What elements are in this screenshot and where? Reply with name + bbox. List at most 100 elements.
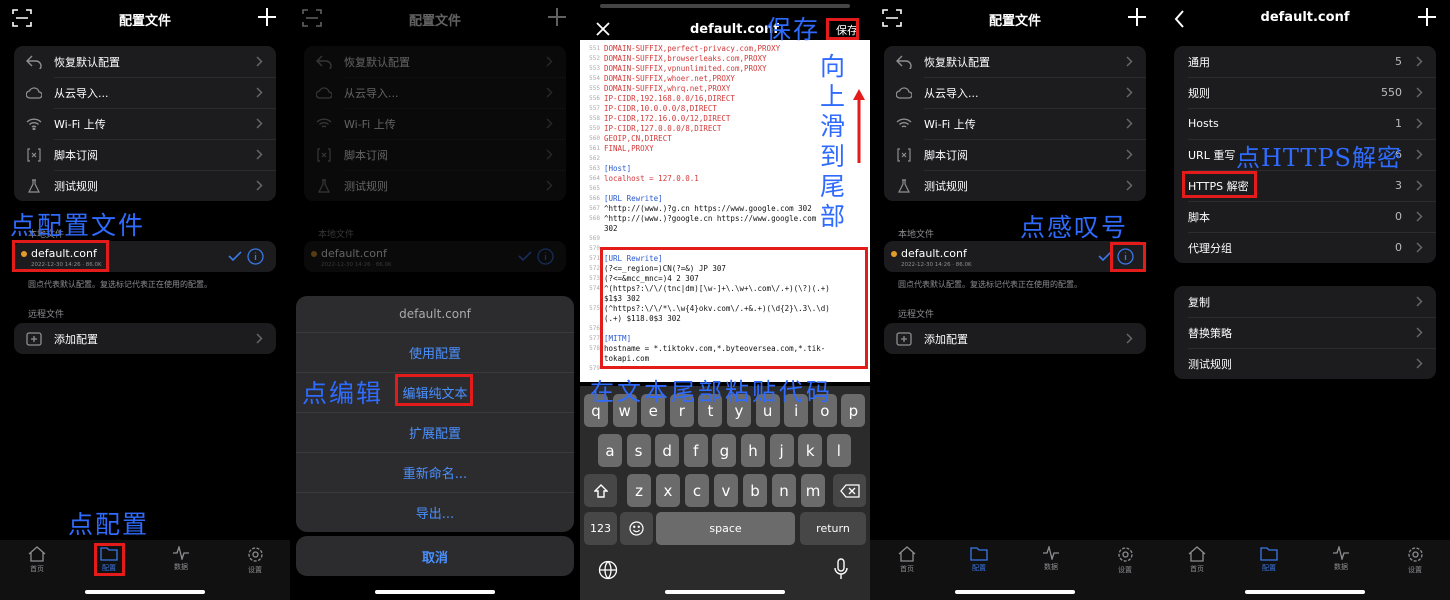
tab-settings[interactable]: 设置 (235, 546, 275, 575)
annotation-char: 上 (820, 82, 846, 111)
tab-data[interactable]: 数据 (161, 546, 201, 572)
tab-config[interactable]: 配置 (1249, 546, 1289, 573)
line-number: 556 (589, 95, 600, 102)
cloud-icon (896, 86, 912, 99)
action-test-rules[interactable]: 测试规则 (1174, 348, 1436, 379)
key-z[interactable]: z (627, 474, 651, 507)
menu-script-subscription[interactable]: 脚本订阅 (884, 139, 1146, 170)
navbar: 配置文件 (870, 0, 1160, 36)
tab-data[interactable]: 数据 (1321, 546, 1361, 572)
add-icon[interactable] (1126, 6, 1148, 28)
key-a[interactable]: a (598, 434, 622, 467)
key-k[interactable]: k (798, 434, 823, 467)
menu-test-rules[interactable]: 测试规则 (14, 170, 276, 201)
page-title: 配置文件 (118, 14, 171, 29)
delete-key[interactable] (833, 474, 866, 507)
key-v[interactable]: v (714, 474, 738, 507)
action-copy[interactable]: 复制 (1174, 286, 1436, 317)
add-icon[interactable] (256, 6, 278, 28)
key-m[interactable]: m (801, 474, 825, 507)
section-proxy-group[interactable]: 代理分组 0 (1174, 232, 1436, 263)
tab-label: 数据 (174, 563, 188, 571)
tab-label: 首页 (30, 565, 44, 573)
tab-settings[interactable]: 设置 (1105, 546, 1145, 575)
tab-config[interactable]: 配置 (959, 546, 999, 573)
action-use-config[interactable]: 使用配置 (296, 332, 574, 372)
add-config-row[interactable]: 添加配置 (884, 323, 1146, 354)
tab-home[interactable]: 首页 (1177, 546, 1217, 574)
tab-home[interactable]: 首页 (17, 546, 57, 574)
panel-editor: default.conf 保存 551 DOMAIN-SUFFIX,perfect… (580, 0, 870, 600)
action-export[interactable]: 导出... (296, 492, 574, 532)
menu-import-cloud[interactable]: 从云导入... (884, 77, 1146, 108)
key-l[interactable]: l (826, 434, 851, 467)
key-j[interactable]: j (769, 434, 794, 467)
tab-label: 设置 (1118, 566, 1132, 574)
action-replace-policy[interactable]: 替换策略 (1174, 317, 1436, 348)
line-number: 559 (589, 125, 600, 132)
emoji-icon (629, 521, 644, 536)
navbar: 配置文件 (0, 0, 290, 36)
menu-restore-default[interactable]: 恢复默认配置 (884, 46, 1146, 77)
return-key[interactable]: return (800, 512, 866, 545)
emoji-key[interactable] (620, 512, 653, 545)
section-rules[interactable]: 规则 550 (1174, 77, 1436, 108)
key-d[interactable]: d (655, 434, 680, 467)
tab-home[interactable]: 首页 (887, 546, 927, 574)
highlight-config-tab (94, 543, 125, 576)
chevron-right-icon (1416, 296, 1423, 307)
action-rename[interactable]: 重新命名... (296, 452, 574, 492)
menu-test-rules[interactable]: 测试规则 (884, 170, 1146, 201)
section-label: URL 重写 (1188, 148, 1236, 162)
tab-settings[interactable]: 设置 (1395, 546, 1435, 575)
line-number: 573 (589, 275, 600, 282)
section-hosts[interactable]: Hosts 1 (1174, 108, 1436, 139)
menu-restore-default[interactable]: 恢复默认配置 (14, 46, 276, 77)
profile-menu: 恢复默认配置 从云导入... Wi-Fi 上传 脚本订阅 测试规则 (884, 46, 1146, 201)
chevron-right-icon (1126, 149, 1133, 160)
line-text: FINAL,PROXY (604, 144, 654, 153)
panel-profiles-1: 配置文件 恢复默认配置 从云导入... Wi-Fi 上传 脚本订阅 测试规则 本… (0, 0, 290, 600)
space-key[interactable]: space (656, 512, 795, 545)
chevron-right-icon (256, 56, 263, 67)
add-icon[interactable] (1416, 6, 1438, 28)
key-h[interactable]: h (741, 434, 765, 467)
key-p[interactable]: p (841, 394, 866, 427)
key-f[interactable]: f (683, 434, 708, 467)
add-config-row[interactable]: 添加配置 (14, 323, 276, 354)
shift-key[interactable] (584, 474, 617, 507)
line-text: localhost = 127.0.0.1 (604, 174, 699, 183)
globe-key[interactable] (598, 560, 618, 584)
info-icon[interactable] (247, 248, 264, 265)
flask-icon (898, 178, 910, 193)
menu-script-subscription[interactable]: 脚本订阅 (14, 139, 276, 170)
section-count: 5 (1395, 55, 1402, 68)
numbers-key[interactable]: 123 (584, 512, 617, 545)
key-g[interactable]: g (712, 434, 737, 467)
home-indicator (955, 590, 1075, 594)
key-n[interactable]: n (772, 474, 796, 507)
dictation-key[interactable] (834, 558, 848, 584)
section-general[interactable]: 通用 5 (1174, 46, 1436, 77)
add-config-label: 添加配置 (54, 332, 98, 346)
annotation-char: 向 (820, 52, 846, 81)
gear-icon (247, 547, 263, 562)
add-config-label: 添加配置 (924, 332, 968, 346)
cancel-button[interactable]: 取消 (296, 536, 574, 576)
close-icon[interactable] (596, 22, 610, 36)
file-row[interactable]: default.conf 2022-12-30 14:26 · 86.0K (884, 241, 1146, 272)
annotation-tap-config: 点配置 (68, 510, 150, 539)
pulse-icon (1043, 546, 1059, 560)
menu-wifi-upload[interactable]: Wi-Fi 上传 (884, 108, 1146, 139)
key-s[interactable]: s (626, 434, 651, 467)
highlight-paste-area (600, 247, 868, 369)
section-script[interactable]: 脚本 0 (1174, 201, 1436, 232)
tab-data[interactable]: 数据 (1031, 546, 1071, 572)
menu-import-cloud[interactable]: 从云导入... (14, 77, 276, 108)
menu-wifi-upload[interactable]: Wi-Fi 上传 (14, 108, 276, 139)
action-extend-config[interactable]: 扩展配置 (296, 412, 574, 452)
key-x[interactable]: x (656, 474, 680, 507)
key-c[interactable]: c (685, 474, 709, 507)
section-count: 0 (1395, 241, 1402, 254)
key-b[interactable]: b (743, 474, 767, 507)
